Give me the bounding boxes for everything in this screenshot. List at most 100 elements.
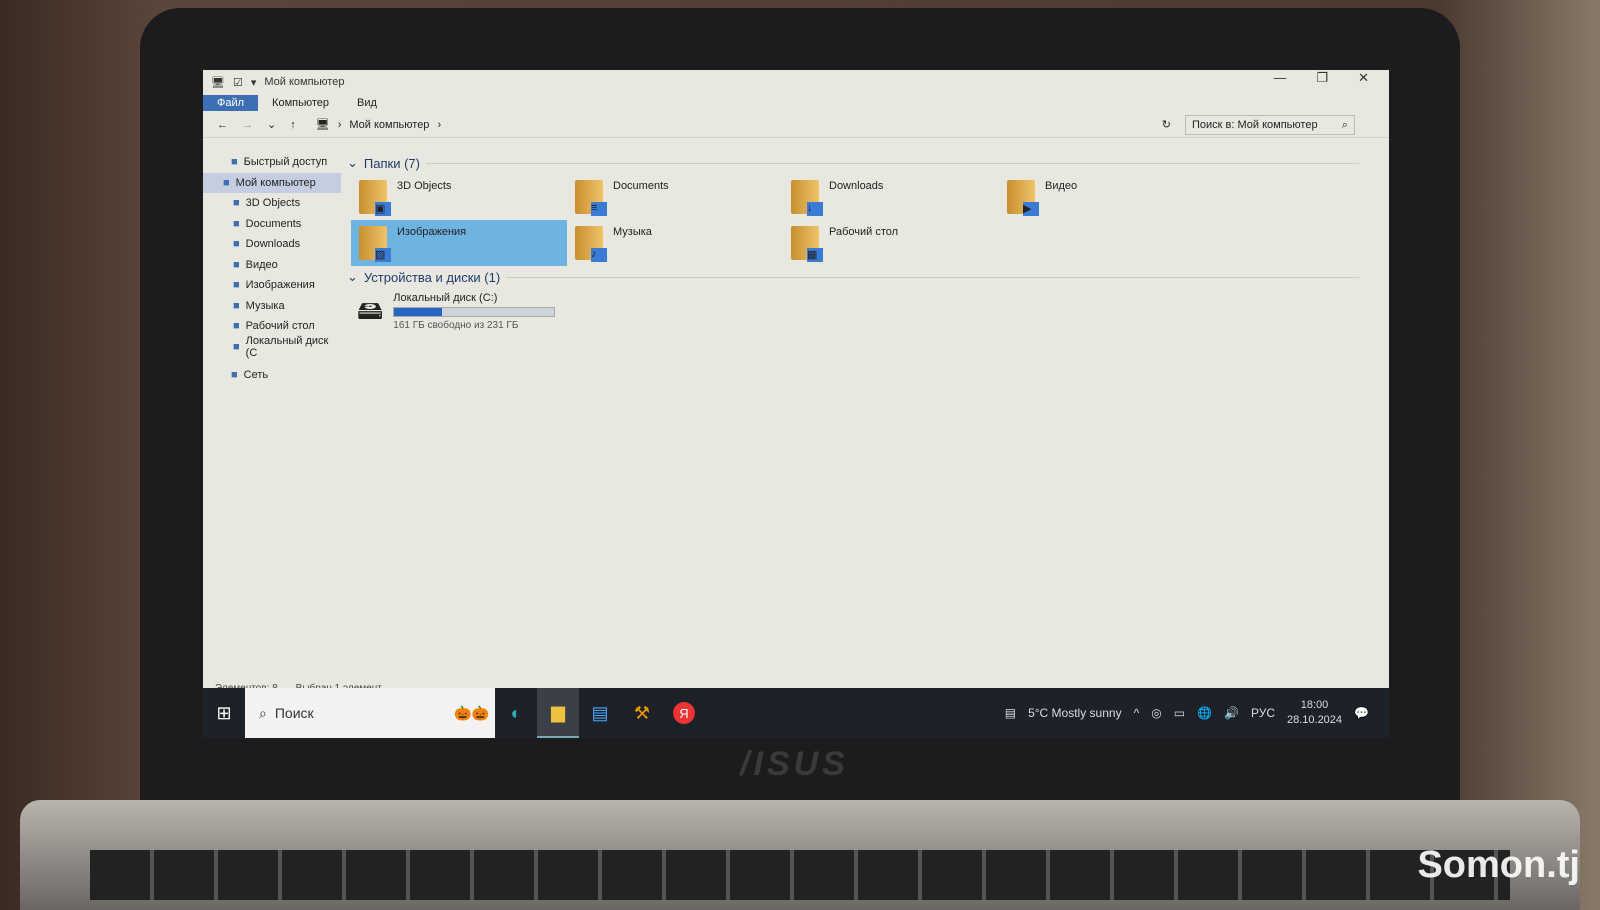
forward-icon[interactable]: → xyxy=(242,119,253,131)
folder-tile[interactable]: ▦ Рабочий стол xyxy=(783,220,999,266)
sidebar-item[interactable]: ■ Documents xyxy=(203,214,341,235)
taskbar-search[interactable]: ⌕ Поиск 🎃🎃 xyxy=(245,688,495,738)
sidebar-item[interactable]: ■ Видео xyxy=(203,255,341,276)
folder-tile[interactable]: ▨ Изображения xyxy=(351,220,567,266)
content-area: ⌄ Папки (7) ▣ 3D Objects ≡ Documents ↓ Downlo… xyxy=(343,152,1389,678)
sidebar-item[interactable]: ■ 3D Objects xyxy=(203,193,341,214)
sidebar-item-label: Downloads xyxy=(245,238,301,251)
folder-icon: ▶ xyxy=(1007,180,1039,216)
tab-file[interactable]: Файл xyxy=(203,95,259,111)
clock[interactable]: 18:00 28.10.2024 xyxy=(1287,698,1342,728)
sidebar-item-label: Изображения xyxy=(245,279,315,292)
sidebar-item[interactable]: ■ Мой компьютер xyxy=(203,172,341,193)
restore-button[interactable]: ❐ xyxy=(1316,70,1328,86)
sidebar-item-label: Видео xyxy=(245,258,278,271)
folder-icon: ↓ xyxy=(791,180,823,216)
computer-icon: ■ xyxy=(223,176,230,189)
folder-icon: ▨ xyxy=(359,226,391,262)
search-icon: ⌕ xyxy=(1341,118,1348,131)
tab-view[interactable]: Вид xyxy=(343,95,391,111)
breadcrumb[interactable]: Мой компьютер xyxy=(349,119,429,131)
qat-dropdown-icon[interactable]: ▾ xyxy=(251,76,257,89)
taskbar-search-placeholder: Поиск xyxy=(274,705,314,721)
show-hidden-icons-icon[interactable]: ^ xyxy=(1134,706,1140,720)
volume-icon[interactable]: 🔊 xyxy=(1224,706,1239,720)
minimize-button[interactable]: — xyxy=(1273,70,1286,86)
refresh-icon[interactable]: ↻ xyxy=(1162,118,1171,131)
back-icon[interactable]: ← xyxy=(217,119,228,131)
computer-icon: 🖥 xyxy=(211,76,225,89)
folders-group-header[interactable]: ⌄ Папки (7) xyxy=(347,152,1389,174)
tab-computer[interactable]: Компьютер xyxy=(258,95,343,111)
folder-label: Видео xyxy=(1045,180,1078,192)
date: 28.10.2024 xyxy=(1286,714,1343,726)
sidebar-item-label: Мой компьютер xyxy=(235,176,316,189)
tool-icon[interactable]: ⚒ xyxy=(621,688,663,738)
devices-group-header[interactable]: ⌄ Устройства и диски (1) xyxy=(347,266,1389,288)
folder-label: Downloads xyxy=(829,180,884,192)
weather-icon[interactable]: ▤ xyxy=(1005,706,1016,720)
sidebar-item-label: Documents xyxy=(245,217,302,230)
image-icon: ■ xyxy=(233,279,240,292)
folder-tile[interactable]: ♪ Музыка xyxy=(567,220,783,266)
watermark: Somon.tj xyxy=(1417,844,1580,886)
brand-logo: /ISUS xyxy=(740,745,849,783)
screen: 🖥 ☑ ▾ Мой компьютер — ❐ ✕ Файл Компьютер… xyxy=(203,70,1389,738)
folder-tile[interactable]: ↓ Downloads xyxy=(783,174,999,220)
address-bar[interactable]: 🖥 › Мой компьютер › xyxy=(310,115,1148,135)
navigation-bar: ← → ⌄ ↑ 🖥 › Мой компьютер › ↻ Поиск в: Мой… xyxy=(203,112,1389,138)
folder-grid: ▣ 3D Objects ≡ Documents ↓ Downloads ▶ Видео ▨ Из… xyxy=(343,174,1389,266)
document-icon: ■ xyxy=(233,217,240,230)
edge-icon[interactable]: ◐ xyxy=(495,688,537,738)
video-icon: ■ xyxy=(233,258,240,271)
sidebar-item[interactable]: ■ Быстрый доступ xyxy=(203,152,341,173)
language-indicator[interactable]: РУС xyxy=(1251,706,1275,720)
camera-icon[interactable]: ◎ xyxy=(1151,706,1161,720)
sidebar-item-label: Локальный диск (C xyxy=(245,334,329,359)
sidebar-item[interactable]: ■ Сеть xyxy=(203,365,341,386)
group-title: Папки (7) xyxy=(363,155,420,171)
folder-label: Documents xyxy=(613,180,669,192)
notifications-icon[interactable]: 💬 xyxy=(1354,706,1369,720)
sidebar-item[interactable]: ■ Изображения xyxy=(203,275,341,296)
sidebar: ■ Быстрый доступ ■ Мой компьютер ■ 3D Objects… xyxy=(203,152,341,678)
ribbon-tabs: Файл Компьютер Вид xyxy=(203,94,1389,112)
folder-label: Изображения xyxy=(397,226,467,238)
computer-icon: 🖥 xyxy=(315,119,330,131)
sidebar-item[interactable]: ■ Локальный диск (C xyxy=(203,334,341,359)
drive-c[interactable]: 🖴 Локальный диск (C:) 161 ГБ свободно из… xyxy=(343,288,1389,340)
music-icon: ■ xyxy=(233,299,240,312)
up-icon[interactable]: ↑ xyxy=(290,119,296,131)
folder-tile[interactable]: ▶ Видео xyxy=(999,174,1215,220)
yandex-browser-icon[interactable]: Я xyxy=(663,688,705,738)
properties-icon[interactable]: ☑ xyxy=(233,76,243,89)
close-button[interactable]: ✕ xyxy=(1358,70,1369,86)
search-input[interactable]: Поиск в: Мой компьютер ⌕ xyxy=(1185,114,1355,135)
weather-text[interactable]: 5°C Mostly sunny xyxy=(1028,706,1122,720)
network-icon[interactable]: 🌐 xyxy=(1197,706,1212,720)
recent-dropdown-icon[interactable]: ⌄ xyxy=(267,118,276,131)
sidebar-item-label: Музыка xyxy=(245,299,285,312)
folder-icon: ▦ xyxy=(791,226,823,262)
sidebar-item[interactable]: ■ Музыка xyxy=(203,296,341,317)
folder-label: 3D Objects xyxy=(397,180,452,192)
network-icon: ■ xyxy=(231,369,238,382)
download-icon: ■ xyxy=(233,238,240,251)
sidebar-item[interactable]: ■ Downloads xyxy=(203,234,341,255)
folder-tile[interactable]: ▣ 3D Objects xyxy=(351,174,567,220)
desktop-icon: ■ xyxy=(233,320,240,333)
sidebar-item[interactable]: ■ Рабочий стол xyxy=(203,316,341,337)
drive-icon: 🖴 xyxy=(357,295,384,325)
cube-icon: ■ xyxy=(233,197,240,210)
folder-label: Музыка xyxy=(613,226,652,238)
store-icon[interactable]: ▤ xyxy=(579,688,621,738)
group-title: Устройства и диски (1) xyxy=(363,269,501,285)
folder-tile[interactable]: ≡ Documents xyxy=(567,174,783,220)
search-icon: ⌕ xyxy=(259,704,267,721)
sidebar-item-label: Сеть xyxy=(243,369,269,382)
folder-label: Рабочий стол xyxy=(829,226,899,238)
sidebar-item-label: Быстрый доступ xyxy=(243,156,328,169)
battery-icon[interactable]: ▭ xyxy=(1174,706,1185,720)
windows-start-icon[interactable]: ⊞ xyxy=(203,703,245,724)
file-explorer-icon[interactable]: ▆ xyxy=(537,688,579,738)
